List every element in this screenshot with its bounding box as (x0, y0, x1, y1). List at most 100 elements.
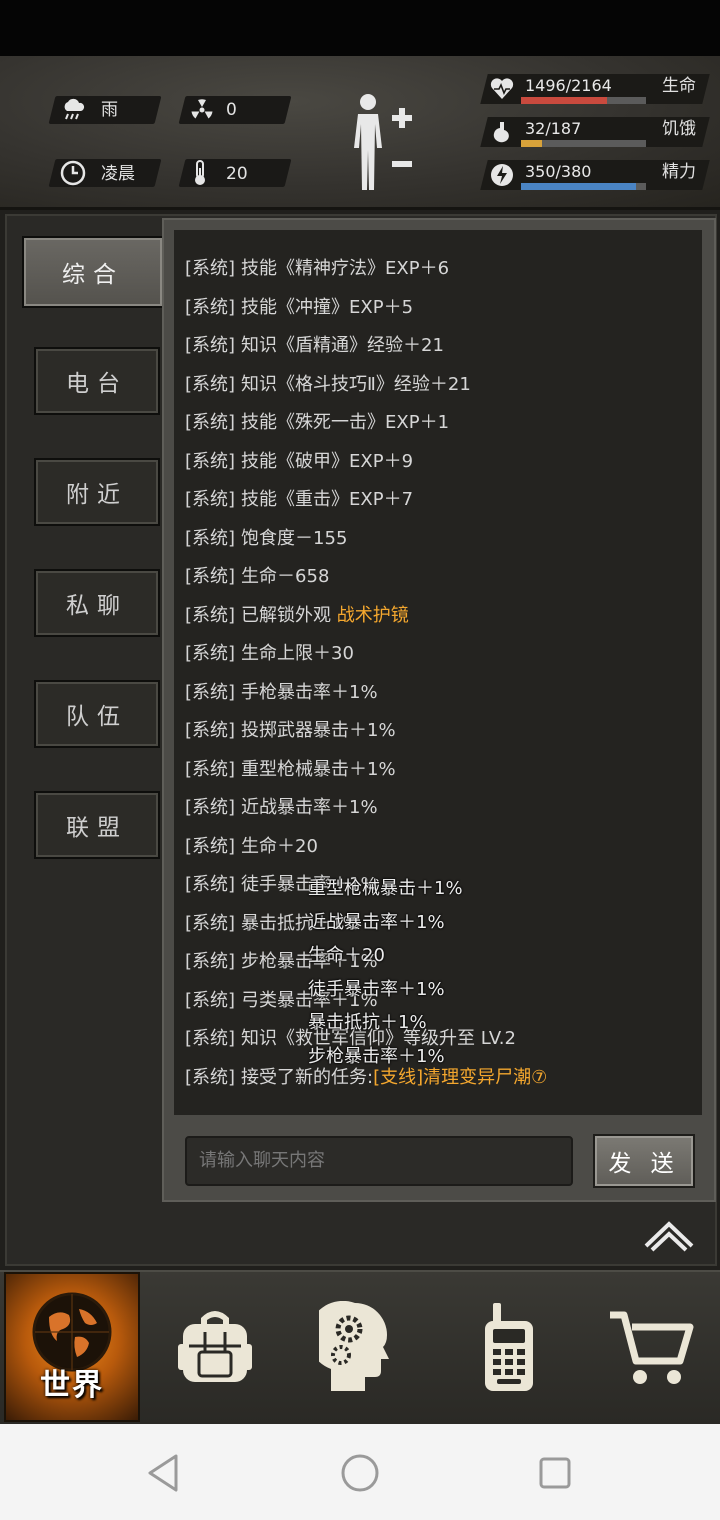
message-prefix: [系统] (185, 373, 236, 395)
chat-message: [系统] 重型枪械暴击＋1% (185, 758, 396, 782)
system-recents-button[interactable] (530, 1448, 580, 1498)
chat-message: [系统] 知识《格斗技巧Ⅱ》经验＋21 (185, 373, 471, 397)
chat-message: [系统] 技能《重击》EXP＋7 (185, 488, 413, 512)
message-prefix: [系统] (185, 758, 236, 780)
message-prefix: [系统] (185, 296, 236, 318)
chat-message: [系统] 技能《冲撞》EXP＋5 (185, 296, 413, 320)
message-text: 技能《破甲》EXP＋9 (241, 450, 414, 472)
message-prefix: [系统] (185, 1066, 236, 1088)
rain-cloud-icon (60, 96, 88, 124)
message-prefix: [系统] (185, 412, 236, 433)
nav-world-label: 世界 (40, 1368, 104, 1403)
floating-notification: 重型枪械暴击＋1% (308, 878, 463, 899)
message-prefix: [系统] (185, 797, 236, 818)
message-text: 知识《盾精通》经验＋21 (241, 335, 444, 356)
energy-bar-fill (521, 183, 636, 190)
message-prefix: [系统] (185, 604, 236, 626)
message-prefix: [系统] (185, 489, 236, 510)
chat-message: [系统] 生命上限＋30 (185, 642, 354, 666)
tab-radio[interactable]: 电台 (34, 347, 160, 415)
chat-input[interactable]: 请输入聊天内容 (185, 1136, 573, 1186)
nav-world-button[interactable]: 世界 (4, 1272, 140, 1422)
message-text: 生命－658 (241, 566, 330, 587)
message-text: 投掷武器暴击＋1% (241, 720, 396, 741)
nav-skills-button[interactable] (292, 1272, 422, 1422)
tab-general[interactable]: 综合 (22, 236, 164, 308)
message-text: 技能《重击》EXP＋7 (241, 489, 414, 510)
message-prefix: [系统] (185, 989, 236, 1011)
chat-message: [系统] 生命－658 (185, 565, 329, 589)
collapse-chevron-up-icon[interactable] (642, 1216, 696, 1256)
heart-icon (488, 75, 516, 103)
temperature-value: 20 (226, 164, 248, 184)
energy-bar (521, 183, 646, 190)
message-prefix: [系统] (185, 951, 236, 972)
system-home-button[interactable] (335, 1448, 385, 1498)
health-label: 生命 (662, 76, 696, 96)
message-prefix: [系统] (185, 258, 236, 279)
stomach-icon (488, 118, 516, 146)
chat-message: [系统] 投掷武器暴击＋1% (185, 719, 396, 743)
message-prefix: [系统] (185, 681, 236, 703)
head-gears-icon (319, 1301, 389, 1391)
send-button[interactable]: 发 送 (593, 1134, 695, 1188)
tab-team[interactable]: 队伍 (34, 680, 160, 748)
message-text: 重型枪械暴击＋1% (241, 758, 396, 780)
tab-private[interactable]: 私聊 (34, 569, 160, 637)
floating-notification: 暴击抵抗＋1% (308, 1012, 427, 1033)
chat-message: [系统] 饱食度－155 (185, 527, 347, 551)
time-label: 凌晨 (101, 164, 135, 184)
system-back-button[interactable] (140, 1448, 190, 1498)
nav-backpack-button[interactable] (150, 1272, 280, 1422)
chat-message: [系统] 近战暴击率＋1% (185, 796, 378, 820)
floating-notification: 近战暴击率＋1% (308, 911, 445, 933)
floating-notification: 生命＋20 (308, 945, 385, 966)
tab-alliance[interactable]: 联盟 (34, 791, 160, 859)
message-prefix: [系统] (185, 527, 236, 549)
body-status-button[interactable] (348, 90, 418, 194)
chat-message: [系统] 接受了新的任务:[支线]清理变异尸潮⑦ (185, 1066, 547, 1090)
human-body-icon (354, 94, 412, 190)
health-value: 1496/2164 (525, 76, 612, 95)
message-text: 饱食度－155 (241, 527, 348, 549)
message-text: 技能《冲撞》EXP＋5 (241, 296, 414, 318)
tab-nearby[interactable]: 附近 (34, 458, 160, 526)
message-prefix: [系统] (185, 450, 236, 472)
radiation-icon (188, 96, 216, 124)
hunger-bar-fill (521, 140, 543, 147)
message-prefix: [系统] (185, 643, 236, 664)
health-bar (521, 97, 646, 104)
chat-message: [系统] 已解锁外观 战术护镜 (185, 604, 409, 628)
message-text: 生命＋20 (241, 835, 318, 857)
lightning-icon (488, 161, 516, 189)
floating-notification: 徒手暴击率＋1% (308, 978, 445, 1000)
message-highlight[interactable]: 战术护镜 (337, 605, 409, 626)
chat-message: [系统] 技能《精神疗法》EXP＋6 (185, 257, 449, 281)
message-text: 已解锁外观 (241, 604, 337, 626)
chat-message: [系统] 技能《殊死一击》EXP＋1 (185, 411, 449, 435)
message-prefix: [系统] (185, 835, 236, 857)
backpack-icon (178, 1311, 252, 1382)
message-prefix: [系统] (185, 566, 236, 587)
message-text: 技能《精神疗法》EXP＋6 (241, 258, 450, 279)
shopping-cart-icon (610, 1311, 694, 1384)
hunger-value: 32/187 (525, 119, 582, 138)
hunger-bar (521, 140, 646, 147)
message-text: 接受了新的任务: (241, 1066, 374, 1088)
thermometer-icon (186, 159, 214, 187)
nav-shop-button[interactable] (586, 1272, 716, 1422)
energy-value: 350/380 (525, 162, 592, 181)
message-prefix: [系统] (185, 335, 236, 356)
home-circle-icon (341, 1454, 379, 1492)
radiation-value: 0 (226, 100, 237, 120)
message-highlight[interactable]: [支线]清理变异尸潮⑦ (373, 1067, 547, 1088)
message-prefix: [系统] (185, 1028, 236, 1049)
message-text: 近战暴击率＋1% (241, 797, 378, 818)
chat-message: [系统] 手枪暴击率＋1% (185, 681, 378, 705)
back-triangle-icon (148, 1454, 178, 1492)
walkie-talkie-icon (485, 1303, 533, 1391)
chat-message: [系统] 知识《盾精通》经验＋21 (185, 334, 444, 358)
status-bar-top (0, 0, 720, 56)
nav-radio-button[interactable] (444, 1272, 574, 1422)
message-text: 技能《殊死一击》EXP＋1 (241, 412, 450, 433)
